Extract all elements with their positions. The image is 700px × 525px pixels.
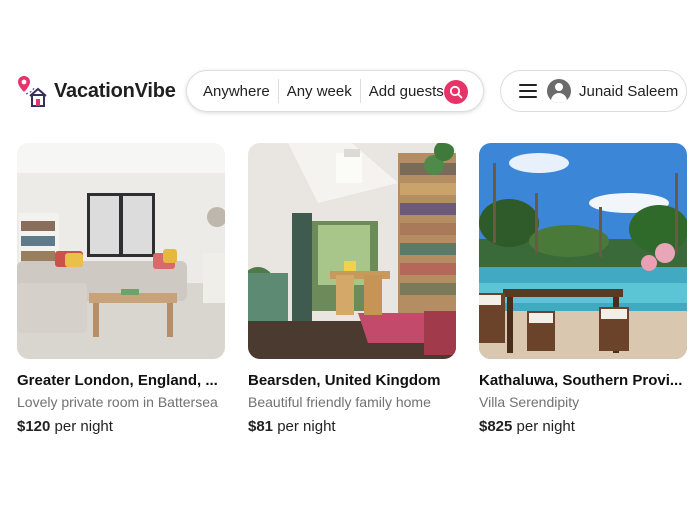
search-icon — [449, 85, 463, 99]
listing-photo[interactable] — [248, 143, 456, 359]
search-location[interactable]: Anywhere — [187, 83, 278, 100]
user-name: Junaid Saleem — [579, 82, 679, 100]
listing-card[interactable]: Kathaluwa, Southern Provi... Villa Seren… — [479, 143, 687, 435]
listing-price-amount: $825 — [479, 418, 513, 435]
search-bar[interactable]: Anywhere Any week Add guests — [186, 70, 484, 112]
app-logo[interactable]: VacationVibe — [16, 74, 176, 108]
app-name: VacationVibe — [54, 79, 176, 102]
menu-icon — [519, 84, 537, 98]
listing-description: Beautiful friendly family home — [248, 394, 431, 410]
listing-price: $81 per night — [248, 418, 456, 435]
listing-price-amount: $81 — [248, 418, 274, 435]
listing-price: $120 per night — [17, 418, 225, 435]
listing-price-suffix: per night — [273, 418, 336, 435]
search-button[interactable] — [444, 80, 468, 104]
top-navbar: VacationVibe Anywhere Any week Add guest… — [0, 68, 700, 114]
listing-card[interactable]: Greater London, England, ... Lovely priv… — [17, 143, 225, 435]
listing-price-suffix: per night — [50, 418, 113, 435]
listing-price-suffix: per night — [512, 418, 575, 435]
listing-photo[interactable] — [17, 143, 225, 359]
listing-title: Greater London, England, ... — [17, 372, 218, 389]
listing-title: Kathaluwa, Southern Provi... — [479, 372, 683, 389]
listing-description: Villa Serendipity — [479, 394, 580, 410]
listing-description: Lovely private room in Battersea — [17, 394, 218, 410]
listing-price: $825 per night — [479, 418, 687, 435]
user-avatar-icon — [547, 79, 571, 103]
search-dates[interactable]: Any week — [279, 83, 360, 100]
listing-price-amount: $120 — [17, 418, 51, 435]
listing-card[interactable]: Bearsden, United Kingdom Beautiful frien… — [248, 143, 456, 435]
logo-house-pin-icon — [18, 76, 47, 107]
user-menu-button[interactable]: Junaid Saleem — [500, 70, 687, 112]
search-guests[interactable]: Add guests — [361, 83, 452, 100]
listing-title: Bearsden, United Kingdom — [248, 372, 441, 389]
listing-photo[interactable] — [479, 143, 687, 359]
